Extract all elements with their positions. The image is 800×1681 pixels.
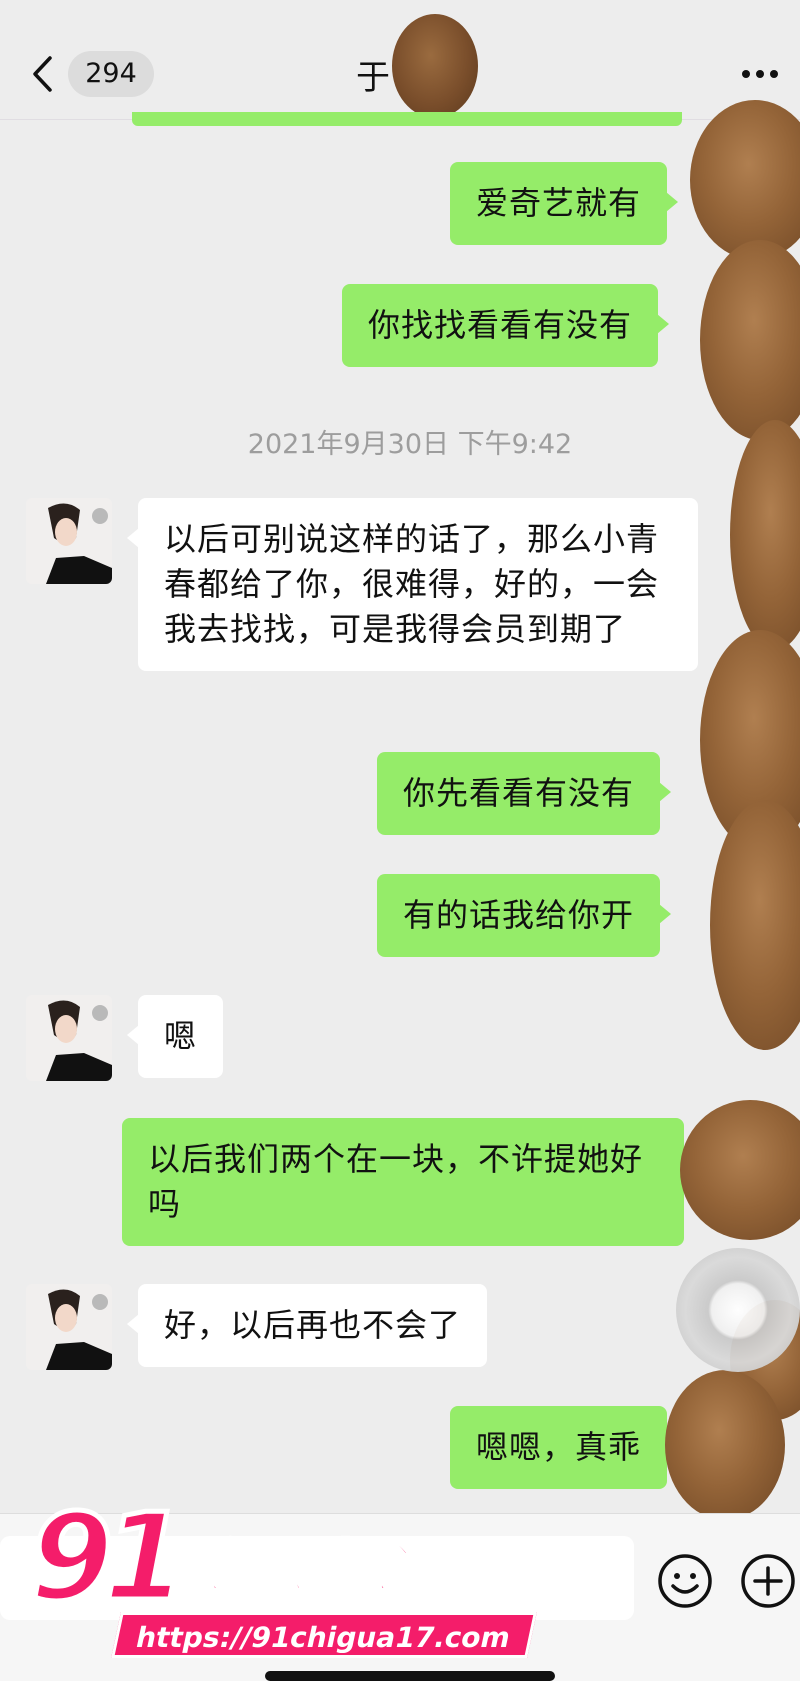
name-obscured-blur (392, 14, 478, 118)
message-incoming[interactable]: 好，以后再也不会了 (126, 1284, 488, 1367)
message-outgoing[interactable]: 爱奇艺就有 (450, 162, 679, 245)
previous-message-edge (132, 112, 682, 126)
more-dots-icon[interactable] (740, 64, 780, 84)
home-indicator (265, 1671, 555, 1681)
floating-assist-button[interactable] (676, 1248, 800, 1372)
emoji-smile-icon[interactable] (656, 1552, 714, 1610)
unread-count-badge[interactable]: 294 (68, 51, 154, 97)
contact-avatar[interactable] (26, 995, 112, 1081)
chevron-left-icon[interactable] (30, 54, 54, 94)
message-outgoing[interactable]: 以后我们两个在一块，不许提她好吗 (122, 1118, 695, 1246)
chat-title: 于 (356, 58, 390, 98)
message-incoming[interactable]: 嗯 (126, 995, 224, 1078)
plus-circle-icon[interactable] (739, 1552, 797, 1610)
watermark-logo: 91 吃瓜中心 https://91chigua17.com (20, 1489, 537, 1674)
contact-avatar[interactable] (26, 498, 112, 584)
message-outgoing[interactable]: 嗯嗯，真乖 (450, 1406, 679, 1489)
contact-avatar[interactable] (26, 1284, 112, 1370)
watermark-url: https://91chigua17.com (111, 1612, 537, 1658)
message-incoming[interactable]: 以后可别说这样的话了，那么小青春都给了你，很难得，好的，一会我去找找，可是我得会… (127, 498, 698, 671)
message-outgoing[interactable]: 你找找看看有没有 (342, 284, 670, 367)
message-timestamp: 2021年9月30日 下午9:42 (247, 429, 573, 460)
chat-header: 294 于 (0, 0, 800, 120)
message-outgoing[interactable]: 有的话我给你开 (377, 874, 672, 957)
watermark-number: 91 (28, 1489, 190, 1628)
message-outgoing[interactable]: 你先看看有没有 (377, 752, 672, 835)
watermark-name: 吃瓜中心 (186, 1532, 421, 1603)
